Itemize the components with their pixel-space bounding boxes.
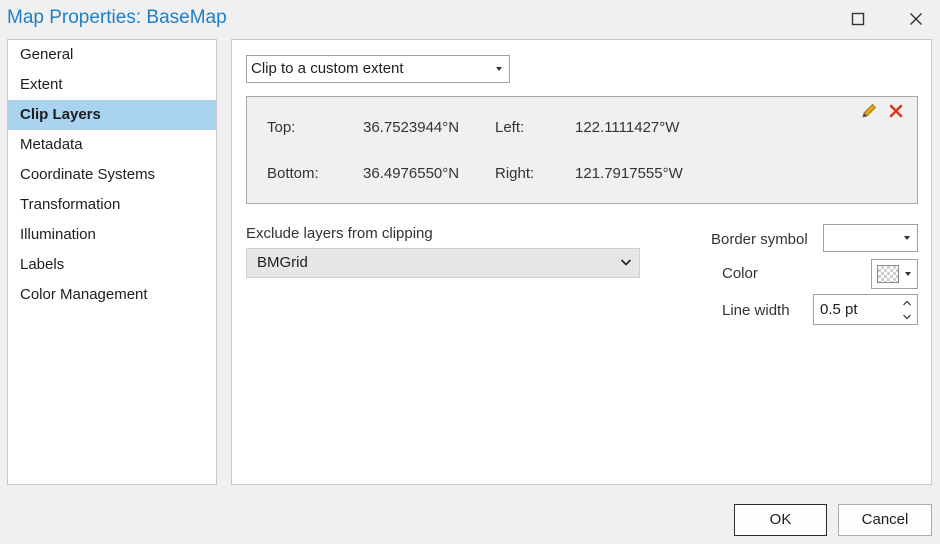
nav-item-labels[interactable]: Labels bbox=[8, 250, 216, 280]
top-label: Top: bbox=[267, 119, 296, 136]
nav-item-color-management[interactable]: Color Management bbox=[8, 280, 216, 310]
nav-item-general[interactable]: General bbox=[8, 40, 216, 70]
left-value: 122.1111427°W bbox=[575, 119, 680, 136]
maximize-icon bbox=[851, 12, 865, 26]
clip-mode-dropdown[interactable]: Clip to a custom extent bbox=[246, 55, 510, 83]
bottom-label: Bottom: bbox=[267, 165, 319, 182]
cancel-button[interactable]: Cancel bbox=[838, 504, 932, 536]
exclude-layers-label: Exclude layers from clipping bbox=[246, 225, 433, 242]
nav-item-clip-layers[interactable]: Clip Layers bbox=[8, 100, 216, 130]
clear-extent-button[interactable] bbox=[886, 101, 906, 121]
delete-x-icon bbox=[889, 104, 903, 118]
exclude-layers-select[interactable]: BMGrid bbox=[246, 248, 640, 278]
close-icon bbox=[910, 13, 922, 25]
border-symbol-dropdown[interactable] bbox=[823, 224, 918, 252]
line-width-value: 0.5 pt bbox=[820, 301, 858, 318]
chevron-down-icon bbox=[903, 314, 911, 319]
dropdown-caret-icon bbox=[496, 67, 502, 71]
nav-item-coordinate-systems[interactable]: Coordinate Systems bbox=[8, 160, 216, 190]
spin-up-button[interactable] bbox=[900, 296, 914, 309]
top-value: 36.7523944°N bbox=[363, 119, 460, 136]
edit-extent-button[interactable] bbox=[859, 101, 879, 121]
dialog-title: Map Properties: BaseMap bbox=[7, 7, 227, 28]
exclude-layers-value: BMGrid bbox=[257, 254, 308, 271]
dropdown-caret-icon bbox=[904, 236, 910, 240]
chevron-up-icon bbox=[903, 300, 911, 305]
border-symbol-label: Border symbol bbox=[711, 231, 808, 248]
line-width-input[interactable]: 0.5 pt bbox=[813, 294, 918, 325]
chevron-down-icon bbox=[620, 259, 632, 266]
nav-item-metadata[interactable]: Metadata bbox=[8, 130, 216, 160]
pencil-icon bbox=[862, 103, 877, 118]
spin-down-button[interactable] bbox=[900, 310, 914, 323]
color-label: Color bbox=[722, 265, 758, 282]
nav-item-extent[interactable]: Extent bbox=[8, 70, 216, 100]
clip-layers-panel: Clip to a custom extent Top: 36.7523944°… bbox=[231, 39, 932, 485]
color-swatch bbox=[877, 265, 899, 283]
title-bar: Map Properties: BaseMap bbox=[0, 0, 940, 38]
close-button[interactable] bbox=[903, 6, 929, 32]
left-label: Left: bbox=[495, 119, 525, 136]
nav-item-illumination[interactable]: Illumination bbox=[8, 220, 216, 250]
dropdown-caret-icon bbox=[905, 272, 911, 276]
nav-item-transformation[interactable]: Transformation bbox=[8, 190, 216, 220]
bottom-value: 36.4976550°N bbox=[363, 165, 460, 182]
color-picker-button[interactable] bbox=[871, 259, 918, 289]
properties-nav: General Extent Clip Layers Metadata Coor… bbox=[7, 39, 217, 485]
ok-button[interactable]: OK bbox=[734, 504, 827, 536]
map-properties-dialog: Map Properties: BaseMap General Extent C… bbox=[0, 0, 940, 544]
custom-extent-box: Top: 36.7523944°N Left: 122.1111427°W Bo… bbox=[246, 96, 918, 204]
right-label: Right: bbox=[495, 165, 535, 182]
maximize-button[interactable] bbox=[845, 6, 871, 32]
right-value: 121.7917555°W bbox=[575, 165, 683, 182]
line-width-label: Line width bbox=[722, 302, 790, 319]
clip-mode-value: Clip to a custom extent bbox=[251, 60, 404, 77]
